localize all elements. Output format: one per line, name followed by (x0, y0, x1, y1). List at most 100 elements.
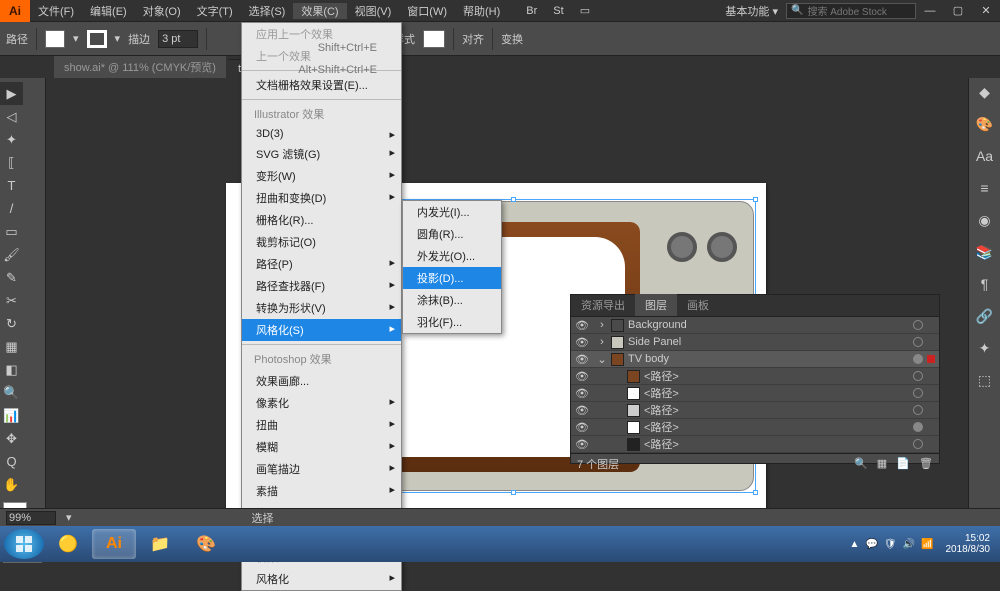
layers-panel[interactable]: 资源导出图层画板 👁›Background👁›Side Panel👁⌄TV bo… (570, 294, 940, 464)
dock-icon[interactable]: Aa (975, 146, 995, 166)
visibility-icon[interactable]: 👁 (575, 387, 589, 400)
tool-4[interactable]: T (0, 174, 23, 197)
tool-16[interactable]: Q (0, 450, 23, 473)
tool-14[interactable]: 📊 (0, 404, 23, 427)
visibility-icon[interactable]: 👁 (575, 404, 589, 417)
dock-icon[interactable]: ¶ (975, 274, 995, 294)
tool-5[interactable]: / (0, 197, 23, 220)
menu-item[interactable]: SVG 滤镜(G)▸ (242, 143, 401, 165)
dock-icon[interactable]: ◉ (975, 210, 995, 230)
layer-row[interactable]: 👁<路径> (571, 385, 939, 402)
menu-3[interactable]: 文字(T) (189, 3, 241, 19)
start-button[interactable] (4, 529, 44, 559)
titlebar-icon[interactable]: St (545, 5, 571, 17)
target-icon[interactable] (913, 439, 923, 449)
target-icon[interactable] (913, 422, 923, 432)
menu-6[interactable]: 视图(V) (347, 3, 400, 19)
tool-6[interactable]: ▭ (0, 220, 23, 243)
minimize-icon[interactable]: — (916, 5, 944, 17)
new-layer-icon[interactable]: 📄 (896, 458, 910, 470)
style-swatch[interactable] (423, 30, 445, 48)
menu-item[interactable]: 风格化▸ (242, 568, 401, 590)
menu-item[interactable]: 像素化▸ (242, 392, 401, 414)
titlebar-icon[interactable]: Br (518, 5, 545, 17)
target-icon[interactable] (913, 405, 923, 415)
document-tab[interactable]: show.ai* @ 111% (CMYK/预览) (54, 55, 226, 78)
menu-item[interactable]: 涂抹(B)... (403, 289, 501, 311)
layer-row[interactable]: 👁⌄TV body (571, 351, 939, 368)
layer-row[interactable]: 👁<路径> (571, 402, 939, 419)
layer-row[interactable]: 👁›Background (571, 317, 939, 334)
target-icon[interactable] (913, 320, 923, 330)
clock[interactable]: 15:022018/8/30 (940, 533, 997, 555)
menu-item[interactable]: 3D(3)▸ (242, 125, 401, 143)
align-label[interactable]: 对齐 (462, 31, 484, 47)
dock-icon[interactable]: ≡ (975, 178, 995, 198)
visibility-icon[interactable]: 👁 (575, 336, 589, 349)
system-tray[interactable]: ▲💬🛡🔊📶 15:022018/8/30 (850, 533, 996, 555)
menu-item[interactable]: 投影(D)... (403, 267, 501, 289)
visibility-icon[interactable]: 👁 (575, 319, 589, 332)
menu-item[interactable]: 文档栅格效果设置(E)... (242, 74, 401, 96)
close-icon[interactable]: ✕ (972, 4, 1000, 17)
stylize-submenu[interactable]: 内发光(I)...圆角(R)...外发光(O)...投影(D)...涂抹(B).… (402, 200, 502, 334)
stroke-swatch[interactable] (87, 30, 107, 48)
zoom-input[interactable] (6, 511, 56, 525)
panel-tab[interactable]: 图层 (635, 294, 677, 316)
layer-row[interactable]: 👁›Side Panel (571, 334, 939, 351)
new-sublayer-icon[interactable]: ▦ (877, 458, 887, 470)
taskbar-app[interactable]: 📁 (138, 529, 182, 559)
menu-1[interactable]: 编辑(E) (82, 3, 135, 19)
tool-7[interactable]: 🖌 (0, 243, 23, 266)
menu-4[interactable]: 选择(S) (241, 3, 294, 19)
tool-3[interactable]: ⟦ (0, 151, 23, 174)
locate-icon[interactable]: 🔍 (854, 458, 868, 470)
menu-item[interactable]: 裁剪标记(O) (242, 231, 401, 253)
panel-tab[interactable]: 画板 (677, 294, 719, 316)
menu-item[interactable]: 外发光(O)... (403, 245, 501, 267)
target-icon[interactable] (913, 388, 923, 398)
dock-icon[interactable]: 🎨 (975, 114, 995, 134)
menu-0[interactable]: 文件(F) (30, 3, 82, 19)
menu-item[interactable]: 变形(W)▸ (242, 165, 401, 187)
menu-item[interactable]: 素描▸ (242, 480, 401, 502)
menu-item[interactable]: 栅格化(R)... (242, 209, 401, 231)
menu-item[interactable]: 扭曲▸ (242, 414, 401, 436)
windows-taskbar[interactable]: 🟡 Ai 📁 🎨 ▲💬🛡🔊📶 15:022018/8/30 (0, 526, 1000, 562)
menu-8[interactable]: 帮助(H) (455, 3, 508, 19)
tool-15[interactable]: ✥ (0, 427, 23, 450)
taskbar-app-illustrator[interactable]: Ai (92, 529, 136, 559)
visibility-icon[interactable]: 👁 (575, 421, 589, 434)
menu-item[interactable]: 扭曲和变换(D)▸ (242, 187, 401, 209)
dock-icon[interactable]: ◆ (975, 82, 995, 102)
menu-item[interactable]: 风格化(S)▸ (242, 319, 401, 341)
dock-icon[interactable]: ✦ (975, 338, 995, 358)
panel-tab[interactable]: 资源导出 (571, 294, 635, 316)
menu-item[interactable]: 羽化(F)... (403, 311, 501, 333)
tool-11[interactable]: ▦ (0, 335, 23, 358)
menu-item[interactable]: 画笔描边▸ (242, 458, 401, 480)
dock-icon[interactable]: ⬚ (975, 370, 995, 390)
workspace-switcher[interactable]: 基本功能 ▾ (717, 3, 786, 19)
target-icon[interactable] (913, 337, 923, 347)
dock-icon[interactable]: 📚 (975, 242, 995, 262)
menu-item[interactable]: 效果画廊... (242, 370, 401, 392)
tool-13[interactable]: 🔍 (0, 381, 23, 404)
stroke-weight-input[interactable] (158, 30, 198, 48)
menu-item[interactable]: 内发光(I)... (403, 201, 501, 223)
effect-menu-dropdown[interactable]: 应用上一个效果Shift+Ctrl+E上一个效果Alt+Shift+Ctrl+E… (241, 22, 402, 591)
tool-1[interactable]: ◁ (0, 105, 23, 128)
visibility-icon[interactable]: 👁 (575, 370, 589, 383)
menu-item[interactable]: 转换为形状(V)▸ (242, 297, 401, 319)
layer-row[interactable]: 👁<路径> (571, 368, 939, 385)
tool-9[interactable]: ✂ (0, 289, 23, 312)
menu-item[interactable]: 路径查找器(F)▸ (242, 275, 401, 297)
taskbar-app[interactable]: 🟡 (46, 529, 90, 559)
menu-item[interactable]: 路径(P)▸ (242, 253, 401, 275)
menu-2[interactable]: 对象(O) (135, 3, 189, 19)
visibility-icon[interactable]: 👁 (575, 438, 589, 451)
menu-7[interactable]: 窗口(W) (399, 3, 455, 19)
tool-8[interactable]: ✎ (0, 266, 23, 289)
tool-2[interactable]: ✦ (0, 128, 23, 151)
target-icon[interactable] (913, 354, 923, 364)
